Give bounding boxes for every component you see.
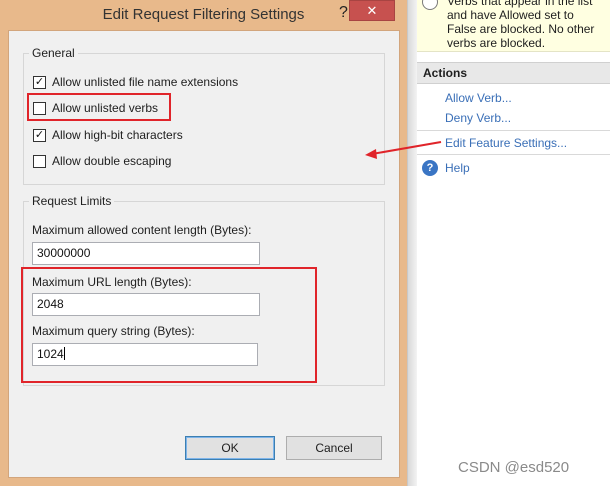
checkbox[interactable]: ✓ (33, 75, 46, 89)
cancel-button[interactable]: Cancel (286, 436, 382, 460)
request-limits-group-title: Request Limits (29, 194, 115, 208)
actions-header: Actions (417, 62, 610, 84)
info-tip: Verbs that appear in the list and have A… (417, 0, 610, 52)
pane-splitter[interactable] (407, 0, 417, 486)
highlight-unlisted-verbs (27, 93, 171, 121)
checkbox[interactable] (33, 154, 46, 168)
ok-button[interactable]: OK (185, 436, 275, 460)
tip-line: and have Allowed set to (447, 8, 574, 22)
request-filtering-dialog: Edit Request Filtering Settings ? ✕ Gene… (0, 0, 407, 486)
option-label: Allow high-bit characters (52, 128, 183, 142)
checkbox[interactable]: ✓ (33, 128, 46, 142)
tip-line: verbs are blocked. (447, 36, 546, 50)
deny-verb-link[interactable]: Deny Verb... (445, 111, 511, 125)
help-link[interactable]: Help (445, 161, 470, 175)
help-icon[interactable]: ? (339, 4, 348, 22)
general-group-title: General (29, 46, 78, 60)
dialog-titlebar[interactable]: Edit Request Filtering Settings ? ✕ (0, 0, 407, 30)
option-allow-double-escaping[interactable]: Allow double escaping (33, 154, 171, 168)
actions-divider (417, 130, 610, 131)
option-allow-high-bit[interactable]: ✓ Allow high-bit characters (33, 128, 183, 142)
content-length-label: Maximum allowed content length (Bytes): (32, 223, 252, 237)
actions-pane: Verbs that appear in the list and have A… (417, 0, 610, 486)
option-label: Allow unlisted file name extensions (52, 75, 239, 89)
allow-verb-link[interactable]: Allow Verb... (445, 91, 512, 105)
option-allow-unlisted-extensions[interactable]: ✓ Allow unlisted file name extensions (33, 75, 238, 89)
tip-line: False are blocked. No other (447, 22, 595, 36)
actions-divider (417, 154, 610, 155)
help-icon: ? (422, 160, 438, 176)
content-length-input[interactable]: 30000000 (32, 242, 260, 265)
edit-feature-settings-link[interactable]: Edit Feature Settings... (445, 136, 567, 150)
watermark: CSDN @esd520 (458, 459, 570, 476)
close-button[interactable]: ✕ (349, 0, 395, 21)
option-label: Allow double escaping (52, 154, 172, 168)
highlight-request-limits (21, 267, 317, 383)
tip-line: Verbs that appear in the list (447, 0, 593, 8)
info-icon (422, 0, 438, 10)
